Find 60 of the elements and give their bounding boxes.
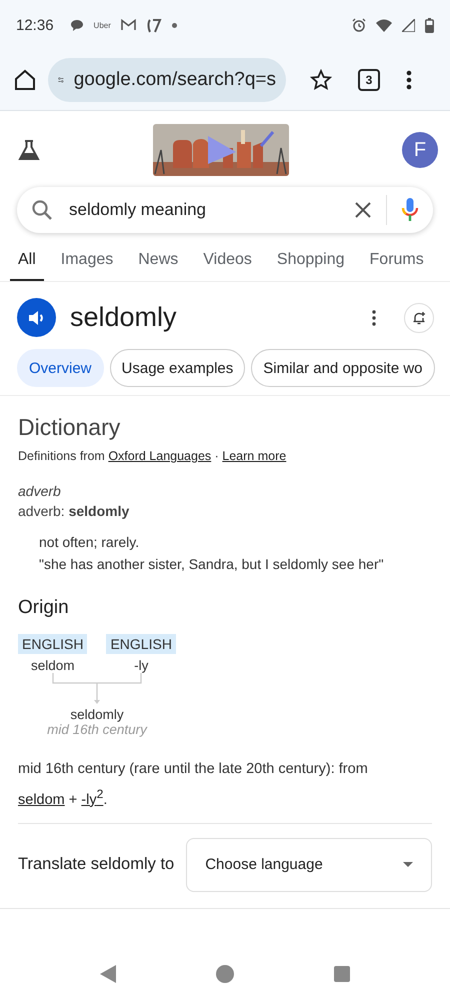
wifi-icon: [376, 18, 392, 32]
mail-icon: [120, 19, 136, 31]
microphone-icon[interactable]: [401, 197, 419, 223]
etymology-text: mid 16th century (rare until the late 20th century): from seldom + -ly$^{2}$.: [18, 757, 432, 824]
text-link[interactable]: Learn more: [222, 449, 286, 463]
account-avatar[interactable]: F: [402, 132, 438, 168]
dot-icon: [172, 22, 177, 28]
pronounce-button[interactable]: [17, 298, 56, 337]
notification-label: Uber: [94, 20, 111, 30]
section-title: Dictionary: [18, 414, 122, 441]
period-text: mid 16th century: [47, 722, 147, 737]
text-link[interactable]: Oxford Languages: [108, 449, 212, 463]
notification-bell-button[interactable]: [404, 302, 434, 332]
language-dropdown[interactable]: Choose language: [186, 838, 432, 892]
search-tab[interactable]: News: [130, 245, 186, 281]
search-bar[interactable]: seldomly meaning: [17, 187, 433, 233]
bell-icon: [412, 310, 426, 324]
part-of-speech: adverb: [18, 483, 62, 499]
filter-chip[interactable]: Overview: [17, 349, 104, 387]
root-word: -ly: [134, 658, 148, 673]
star-icon[interactable]: [310, 69, 332, 91]
language-tag: ENGLISH: [18, 634, 88, 654]
caret-icon: [403, 862, 413, 868]
root-word: seldom: [30, 658, 74, 673]
battery-icon: [425, 18, 434, 32]
filter-chip[interactable]: Similar and opposite wo: [251, 349, 435, 387]
home-icon[interactable]: [14, 69, 36, 91]
language-tag: ENGLISH: [106, 634, 176, 654]
alarm-icon: [352, 18, 366, 32]
derived-word: seldomly: [70, 707, 124, 722]
word-forms: adverb: seldomly: [18, 503, 130, 519]
more-icon[interactable]: [372, 310, 376, 326]
definition-text: not often; rarely.: [39, 533, 140, 552]
speaker-icon: [28, 310, 46, 326]
more-icon[interactable]: [406, 70, 412, 90]
source-line: Definitions from Oxford Languages · Learn more: [18, 449, 288, 463]
chat-icon: [70, 18, 84, 32]
close-icon[interactable]: [354, 201, 372, 219]
search-tab[interactable]: Videos: [195, 245, 260, 281]
tab-count[interactable]: 3: [358, 69, 380, 91]
signal-icon: [402, 18, 415, 32]
back-icon[interactable]: [100, 965, 116, 983]
calendar-app-icon: [146, 18, 162, 32]
search-tab[interactable]: Images: [52, 245, 122, 281]
search-icon: [31, 199, 53, 221]
url-text: google.com/search?q=s: [74, 69, 276, 91]
text-link[interactable]: seldom: [18, 792, 65, 808]
text-link[interactable]: -ly$^{2}$: [81, 792, 104, 808]
status-time: 12:36: [16, 16, 54, 34]
search-tab[interactable]: All: [10, 245, 44, 281]
filter-chip[interactable]: Usage examples: [110, 349, 246, 387]
address-bar[interactable]: google.com/search?q=s: [48, 58, 286, 102]
example-sentence: "she has another sister, Sandra, but I seldomly see her": [39, 555, 385, 574]
search-input[interactable]: seldomly meaning: [67, 199, 340, 221]
section-title: Origin: [18, 597, 70, 619]
search-tab[interactable]: Shopping: [268, 245, 353, 281]
headword: seldomly: [70, 302, 178, 333]
flask-icon[interactable]: [18, 139, 40, 161]
search-tab[interactable]: Forums: [362, 245, 432, 281]
translate-label: Translate seldomly to: [18, 855, 174, 874]
